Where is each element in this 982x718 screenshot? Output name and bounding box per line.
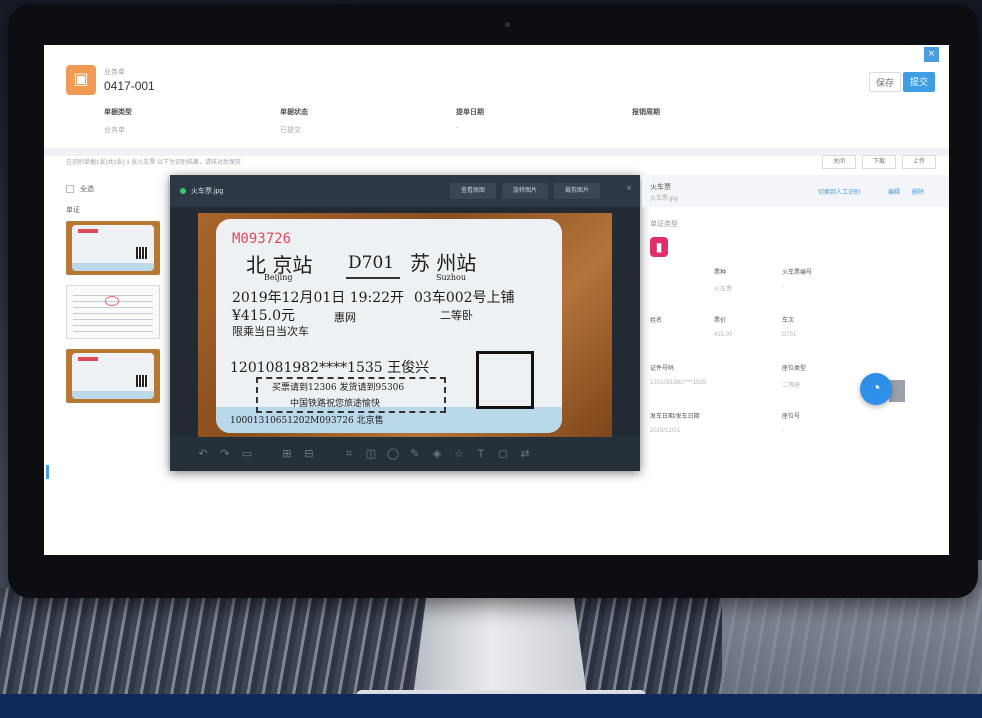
delete-link[interactable]: 删除: [912, 187, 924, 196]
field-id-number: 证件号码 1201081982****1535: [650, 366, 707, 386]
ticket-price: ¥415.0元: [232, 308, 295, 324]
image-icon[interactable]: ◻: [496, 447, 510, 461]
field-seat-type: 座位类型 二等座: [782, 366, 807, 389]
undo-icon[interactable]: ↶: [196, 447, 210, 461]
circle-icon[interactable]: ◯: [386, 447, 400, 461]
detail-title: 火车票: [650, 184, 671, 191]
upload-button[interactable]: 上传: [902, 155, 936, 169]
select-all-checkbox[interactable]: [66, 185, 74, 193]
close-button[interactable]: 关闭: [822, 155, 856, 169]
thumbnail-panel: 全选 单证: [44, 175, 169, 475]
detail-panel: 火车票 火车票.jpg 切换到人工识别 编辑 删除 单证类型 ▮ 票种 火车票 火…: [642, 175, 949, 475]
ticket-date-time: 2019年12月01日 19:22开: [232, 290, 405, 306]
pencil-icon[interactable]: ✎: [408, 447, 422, 461]
field-name: 姓名: [650, 318, 663, 324]
image-viewer: 火车票.jpg 查看原图 旋转图片 裁剪图片 × M093726 北 京站 Be…: [170, 175, 640, 471]
meta-doc-type: 单据类型 业务单: [104, 109, 132, 134]
ticket-notice-line1: 买票请到12306 发货请到95306: [272, 383, 405, 393]
ticket-sold-by: 惠网: [334, 311, 356, 324]
download-button[interactable]: 下载: [862, 155, 896, 169]
group-label: 单证: [66, 207, 80, 214]
image-tools-bar: ↶ ↷ ▭ ⊞ ⊟ ⌗ ◫ ◯ ✎ ◈ ☆ T ◻ ⇄: [170, 437, 640, 471]
recognition-notice: 已识别单据1张(共1张) 1 张火车票 以下为识别结果，请核对后保存: [66, 160, 242, 166]
meta-doc-status: 单据状态 已提交: [280, 109, 308, 134]
ticket-seat: 03车002号上铺: [414, 290, 515, 306]
train-icon: ▮: [650, 237, 668, 257]
detail-header: 火车票 火车票.jpg 切换到人工识别 编辑 删除: [642, 175, 949, 207]
ticket-serial: M093726: [232, 231, 292, 247]
frame-icon[interactable]: ◫: [364, 447, 378, 461]
view-original-button[interactable]: 查看原图: [450, 183, 496, 199]
detail-subtitle: 火车票.jpg: [650, 196, 678, 202]
doc-number: 0417-001: [104, 79, 155, 93]
viewer-close-icon[interactable]: ×: [626, 183, 632, 194]
thumbnail-invoice[interactable]: [66, 285, 160, 339]
swap-icon[interactable]: ⇄: [518, 447, 532, 461]
header-divider: [44, 148, 949, 156]
viewer-filename: 火车票.jpg: [191, 188, 224, 195]
monitor-stand-neck: [412, 598, 588, 704]
select-all-label: 全选: [80, 186, 94, 193]
train-ticket: M093726 北 京站 Beijing D701 苏 州站 Suzhou 20…: [216, 219, 562, 433]
crop-image-button[interactable]: 裁剪图片: [554, 183, 600, 199]
zoom-in-icon[interactable]: ⊞: [280, 447, 294, 461]
camera-dot: [505, 22, 510, 27]
submit-button[interactable]: 提交: [903, 72, 935, 92]
thumbnail-train-ticket-1[interactable]: [66, 221, 160, 275]
meta-submit-date: 提单日期 -: [456, 109, 484, 132]
star-icon[interactable]: ☆: [452, 447, 466, 461]
shape-icon[interactable]: ◈: [430, 447, 444, 461]
field-ticket-type: 票种 火车票: [714, 270, 733, 293]
field-train-no: 车次 D701: [782, 318, 797, 338]
document-icon: ▣: [66, 65, 96, 95]
close-icon[interactable]: ×: [924, 47, 939, 62]
side-scroll-handle[interactable]: [46, 465, 49, 479]
viewer-toolbar: 火车票.jpg 查看原图 旋转图片 裁剪图片 ×: [170, 175, 640, 207]
ticket-arrow: [346, 277, 400, 279]
ticket-train-no: D701: [348, 253, 395, 273]
ticket-bottom-code: 10001310651202M093726 北京售: [230, 416, 384, 426]
ticket-notice-line2: 中国铁路祝您旅途愉快: [290, 399, 381, 409]
section-label: 单证类型: [650, 221, 678, 228]
ticket-passenger-id: 1201081982****1535 王俊兴: [230, 360, 430, 376]
rotate-image-button[interactable]: 旋转图片: [502, 183, 548, 199]
ticket-photo: M093726 北 京站 Beijing D701 苏 州站 Suzhou 20…: [198, 213, 612, 437]
thumbnail-train-ticket-2[interactable]: [66, 349, 160, 403]
comment-icon[interactable]: ▭: [240, 447, 254, 461]
meta-period: 报销周期: [632, 109, 660, 116]
ticket-to: 苏 州站: [410, 251, 477, 275]
crop-icon[interactable]: ⌗: [342, 447, 356, 461]
manual-recognize-link[interactable]: 切换到人工识别: [818, 187, 860, 196]
ticket-from-pinyin: Beijing: [264, 273, 293, 282]
zoom-out-icon[interactable]: ⊟: [302, 447, 316, 461]
field-ticket-no: 火车票编号 -: [782, 270, 813, 290]
field-price: 票价 415.00: [714, 318, 733, 338]
chat-icon[interactable]: ◔: [860, 373, 892, 405]
status-dot-icon: [180, 188, 186, 194]
edit-link[interactable]: 编辑: [888, 187, 900, 196]
app-screen: × ▣ 业务单 0417-001 保存 提交 单据类型 业务单 单据状态 已提交…: [44, 45, 949, 555]
ticket-class: 二等卧: [440, 309, 473, 322]
ticket-note: 限乘当日当次车: [232, 325, 309, 338]
field-departure-date: 发车日期/发车日期 2019/12/01: [650, 414, 700, 434]
doc-type: 业务单: [104, 69, 125, 76]
redo-icon[interactable]: ↷: [218, 447, 232, 461]
ticket-to-pinyin: Suzhou: [436, 273, 466, 282]
save-button[interactable]: 保存: [869, 72, 901, 92]
field-seat-no: 座位号 -: [782, 414, 801, 434]
qr-code-icon: [476, 351, 534, 409]
bottom-band: [0, 694, 982, 718]
text-icon[interactable]: T: [474, 447, 488, 461]
